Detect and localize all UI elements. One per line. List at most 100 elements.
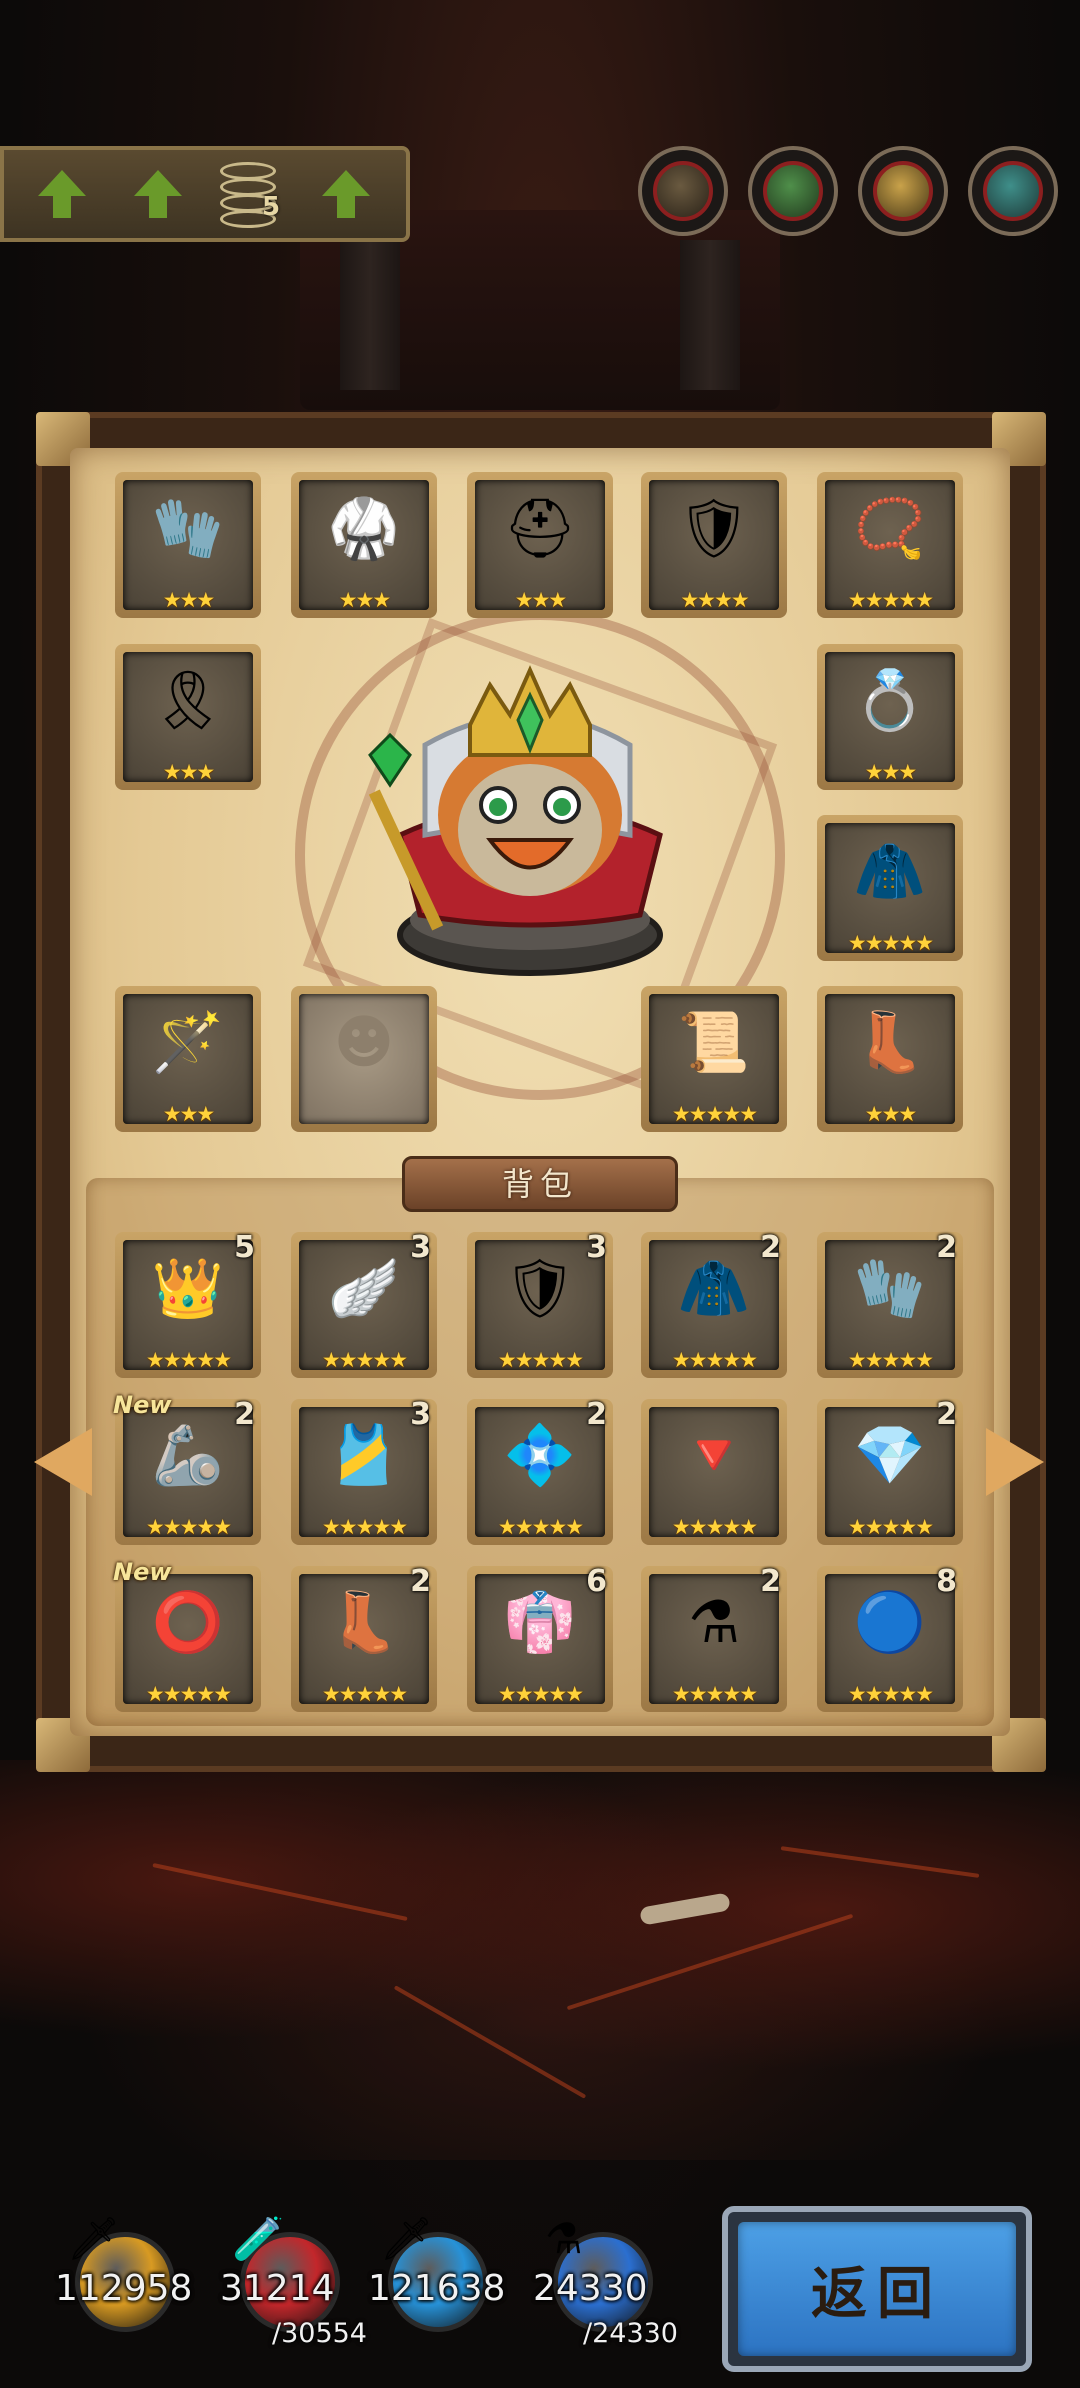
star-rating: ★★★ <box>864 760 917 784</box>
hero-character <box>368 665 663 976</box>
item-count: 2 <box>234 1397 255 1432</box>
hero-portrait-2[interactable] <box>748 146 838 236</box>
item-count: 6 <box>586 1564 607 1599</box>
boots-icon: 👢 <box>853 1008 927 1076</box>
back-button[interactable]: 返回 <box>722 2206 1032 2372</box>
backpack-slot[interactable]: 💎 ★★★★★ 2 <box>817 1397 963 1545</box>
equip-slot-armor[interactable]: 🥋 ★★★ <box>291 472 437 618</box>
item-count: 2 <box>936 1230 957 1265</box>
backpack-slot[interactable]: 💠 ★★★★★ 2 <box>467 1397 613 1545</box>
new-badge: New <box>113 1391 172 1419</box>
resource-value: 121638 <box>368 2268 506 2309</box>
resource-max: /30554 <box>272 2318 367 2349</box>
star-rating: ★★★★★ <box>321 1348 408 1372</box>
star-rating: ★★★★★ <box>847 1348 934 1372</box>
backpack-slot[interactable]: 🎽 ★★★★★ 3 <box>291 1397 437 1545</box>
star-rating: ★★★ <box>864 1102 917 1126</box>
resource-mana: 🗡 121638 <box>368 2214 518 2332</box>
stack-count: 5 <box>262 192 281 222</box>
star-rating: ★★★★★ <box>497 1682 584 1706</box>
equip-slot-helmet[interactable]: ⛑ ★★★ <box>467 472 613 618</box>
backpack-slot[interactable]: 🛡 ★★★★★ 3 <box>467 1230 613 1378</box>
amulet-icon: 🔻 <box>677 1421 751 1489</box>
star-rating: ★★★ <box>338 588 391 612</box>
hero-portrait-4[interactable] <box>968 146 1058 236</box>
backpack-slot[interactable]: ⚗ ★★★★★ 2 <box>641 1564 787 1712</box>
star-rating: ★★★★★ <box>145 1348 232 1372</box>
backpack-slot[interactable]: 👢 ★★★★★ 2 <box>291 1564 437 1712</box>
gauntlet-icon: 🧤 <box>151 494 225 562</box>
star-rating: ★★★ <box>162 1102 215 1126</box>
gate-pillar-left <box>340 240 400 390</box>
item-count: 2 <box>760 1564 781 1599</box>
chest-armor-icon: 🛡 <box>677 494 751 562</box>
item-count: 2 <box>760 1230 781 1265</box>
scepter-icon: 🪄 <box>151 1008 225 1076</box>
equip-slot-scroll[interactable]: 📜 ★★★★★ <box>641 986 787 1132</box>
equip-slot-gauntlet[interactable]: 🧤 ★★★ <box>115 472 261 618</box>
star-rating: ★★★★ <box>680 588 749 612</box>
item-count: 3 <box>586 1230 607 1265</box>
equip-slot-empty[interactable]: ☻ <box>291 986 437 1132</box>
bead-necklace-icon: 📿 <box>853 494 927 562</box>
item-count: 5 <box>234 1230 255 1265</box>
belt-icon: 🎗 <box>151 666 225 734</box>
backpack-slot[interactable]: 🔵 ★★★★★ 8 <box>817 1564 963 1712</box>
item-count: 3 <box>410 1230 431 1265</box>
backpack-slot[interactable]: 👘 ★★★★★ 6 <box>467 1564 613 1712</box>
upgrade-arrow-icon[interactable] <box>38 170 86 220</box>
item-count: 2 <box>410 1564 431 1599</box>
star-rating: ★★★★★ <box>145 1515 232 1539</box>
magic-sword-icon: 🗡 <box>380 2214 434 2263</box>
resource-value: 112958 <box>55 2268 193 2309</box>
prev-page-arrow-icon[interactable] <box>34 1428 92 1496</box>
equip-slot-ring[interactable]: 💍 ★★★ <box>817 644 963 790</box>
star-rating: ★★★★★ <box>847 931 934 955</box>
armor-icon: 🥋 <box>327 494 401 562</box>
red-ring-icon: ⭕ <box>151 1588 225 1656</box>
hero-portrait-1[interactable] <box>638 146 728 236</box>
backpack-slot[interactable]: 👑 ★★★★★ 5 <box>115 1230 261 1378</box>
equip-slot-cloak[interactable]: 🧥 ★★★★★ <box>817 815 963 961</box>
upgrade-bar: 5 <box>0 146 410 242</box>
star-rating: ★★★★★ <box>671 1102 758 1126</box>
resource-hp: 🧪 31214 /30554 <box>220 2214 367 2349</box>
backpack-slot[interactable]: 🧤 ★★★★★ 2 <box>817 1230 963 1378</box>
backpack-slot[interactable]: 🔻 ★★★★★ <box>641 1399 787 1545</box>
backpack-slot[interactable]: ⭕ ★★★★★ New <box>113 1558 261 1712</box>
equip-slot-necklace[interactable]: 📿 ★★★★★ <box>817 472 963 618</box>
equip-slot-belt[interactable]: 🎗 ★★★ <box>115 644 261 790</box>
potion-icon: 🧪 <box>232 2214 285 2263</box>
cloak-icon: 🧥 <box>853 837 927 905</box>
equip-slot-boots[interactable]: 👢 ★★★ <box>817 986 963 1132</box>
upgrade-arrow-icon[interactable] <box>322 170 370 220</box>
helmet-icon: ⛑ <box>503 494 577 562</box>
backpack-slot[interactable]: 🦾 ★★★★★ 2 New <box>113 1391 261 1545</box>
scroll-icon: 📜 <box>677 1008 751 1076</box>
upgrade-arrow-icon[interactable] <box>134 170 182 220</box>
backpack-slot[interactable]: 🧥 ★★★★★ 2 <box>641 1230 787 1378</box>
star-rating: ★★★★★ <box>671 1515 758 1539</box>
item-count: 8 <box>936 1564 957 1599</box>
empty-slot-icon: ☻ <box>333 1008 395 1076</box>
hero-portrait-3[interactable] <box>858 146 948 236</box>
new-badge: New <box>113 1558 172 1586</box>
sword-icon: 🗡 <box>67 2214 121 2263</box>
backpack-title: 背包 <box>402 1156 678 1212</box>
resource-gold: 🗡 112958 <box>55 2214 195 2332</box>
resource-max: /24330 <box>583 2318 678 2349</box>
star-rating: ★★★★★ <box>321 1682 408 1706</box>
lava-floor <box>0 1760 1080 2160</box>
equip-slot-weapon[interactable]: 🪄 ★★★ <box>115 986 261 1132</box>
star-rating: ★★★ <box>162 588 215 612</box>
equip-slot-chest[interactable]: 🛡 ★★★★ <box>641 472 787 618</box>
next-page-arrow-icon[interactable] <box>986 1428 1044 1496</box>
ring-icon: 💍 <box>853 666 927 734</box>
resource-energy: ⚗ 24330 /24330 <box>533 2214 683 2349</box>
star-rating: ★★★ <box>162 760 215 784</box>
back-button-label: 返回 <box>738 2222 1016 2356</box>
star-rating: ★★★★★ <box>321 1515 408 1539</box>
star-rating: ★★★★★ <box>847 1515 934 1539</box>
backpack-slot[interactable]: 🪽 ★★★★★ 3 <box>291 1230 437 1378</box>
item-count: 2 <box>586 1397 607 1432</box>
